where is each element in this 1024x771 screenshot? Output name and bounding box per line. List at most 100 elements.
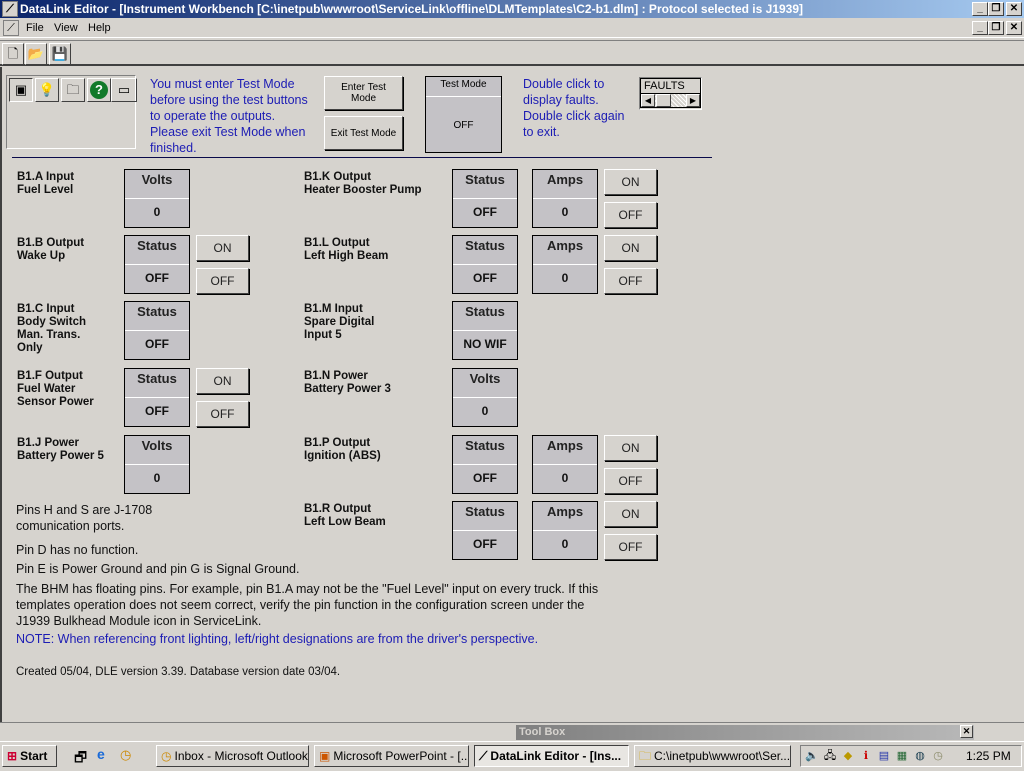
gauge-value: OFF [473, 271, 497, 285]
internet-explorer-icon[interactable]: e [97, 746, 105, 762]
folder-icon[interactable]: 🗀 [61, 78, 85, 102]
toolbox-titlebar[interactable]: Tool Box [516, 725, 974, 740]
windows-logo-icon: ⊞ [7, 749, 18, 763]
signal-label-line: Wake Up [17, 250, 66, 262]
child-restore-button[interactable]: ❐ [988, 21, 1004, 35]
pin-eg-note: Pin E is Power Ground and pin G is Signa… [16, 562, 300, 576]
off-button[interactable]: OFF [196, 401, 249, 427]
open-folder-icon[interactable]: 📂 [25, 43, 47, 65]
minimize-button[interactable]: _ [972, 2, 988, 16]
task-datalink-editor[interactable]: ⟋ DataLink Editor - [Ins... [474, 745, 629, 767]
instruction-line: Please exit Test Mode when [150, 125, 306, 139]
tray-window-icon[interactable]: ▤ [877, 749, 891, 763]
module-icon[interactable]: ▣ [9, 78, 33, 102]
task-label: Microsoft PowerPoint - [... [333, 749, 469, 763]
on-button[interactable]: ON [196, 235, 249, 261]
show-desktop-icon[interactable]: 🗗 [74, 747, 87, 771]
enter-test-mode-button[interactable]: Enter Test Mode [324, 76, 403, 110]
gauge-label: Status [125, 302, 189, 331]
status-gauge: Status OFF [452, 235, 518, 294]
note-line: J1939 Bulkhead Module icon in ServiceLin… [16, 614, 262, 628]
volume-icon[interactable]: 🔈 [805, 749, 819, 763]
on-button[interactable]: ON [604, 235, 657, 261]
tray-info-icon[interactable]: ℹ [859, 749, 873, 763]
gauge-label: Volts [453, 369, 517, 398]
off-button[interactable]: OFF [196, 268, 249, 294]
tray-pc-icon[interactable]: ▦ [895, 749, 909, 763]
start-button[interactable]: ⊞ Start [2, 745, 57, 767]
instrument-workbench: ▣ 💡 🗀 ? ▭ You must enter Test Mode befor… [0, 67, 1024, 722]
task-explorer-folder[interactable]: 🗀 C:\inetpub\wwwroot\Ser... [634, 745, 791, 767]
network-icon[interactable]: 🖧 [823, 749, 837, 763]
signal-label: B1.B Output Wake Up [17, 237, 84, 263]
gauge-label: Volts [125, 436, 189, 465]
signal-label-line: B1.M Input [304, 303, 363, 315]
save-icon[interactable]: 💾 [49, 43, 71, 65]
menu-view[interactable]: View [54, 18, 78, 38]
task-powerpoint[interactable]: ▣ Microsoft PowerPoint - [... [314, 745, 469, 767]
menu-help[interactable]: Help [88, 18, 111, 38]
volts-gauge: Volts 0 [124, 435, 190, 494]
instruction-line: finished. [150, 141, 197, 155]
off-button[interactable]: OFF [604, 268, 657, 294]
document-icon[interactable]: ⟋ [3, 20, 19, 36]
signal-label-line: Heater Booster Pump [304, 184, 422, 196]
exit-test-mode-button[interactable]: Exit Test Mode [324, 116, 403, 150]
signal-label-line: Only [17, 342, 43, 354]
signal-label-line: Fuel Water [17, 383, 76, 395]
signal-label: B1.L Output Left High Beam [304, 237, 388, 263]
instruction-line: before using the test buttons [150, 93, 308, 107]
scroll-right-icon[interactable]: ▶ [686, 94, 700, 107]
signal-label-line: Battery Power 3 [304, 383, 391, 395]
off-button[interactable]: OFF [604, 534, 657, 560]
on-button[interactable]: ON [604, 169, 657, 195]
restore-button[interactable]: ❐ [988, 2, 1004, 16]
new-file-icon[interactable]: 🗋 [2, 43, 24, 65]
tray-app-icon[interactable]: ◆ [841, 749, 855, 763]
bulb-icon[interactable]: 💡 [35, 78, 59, 102]
faults-scrollbar[interactable]: ◀ ▶ [640, 93, 701, 108]
gauge-value: NO WIF [463, 337, 507, 351]
created-note: Created 05/04, DLE version 3.39. Databas… [16, 666, 341, 678]
test-mode-indicator: Test Mode OFF [425, 76, 502, 153]
tray-clock-app-icon[interactable]: ◷ [931, 749, 945, 763]
scroll-left-icon[interactable]: ◀ [641, 94, 655, 107]
note-line: The BHM has floating pins. For example, … [16, 582, 599, 596]
task-outlook[interactable]: ◷ Inbox - Microsoft Outlook [156, 745, 309, 767]
menu-file[interactable]: File [26, 18, 44, 38]
window-title: DataLink Editor - [Instrument Workbench … [20, 2, 804, 16]
tray-globe-icon[interactable]: ◍ [913, 749, 927, 763]
instruction-line: to operate the outputs. [150, 109, 276, 123]
taskbar: ⊞ Start 🗗 e ◷ ◷ Inbox - Microsoft Outloo… [0, 741, 1024, 768]
tool-icon-panel: ▣ 💡 🗀 ? ▭ [6, 75, 137, 149]
device-icon[interactable]: ▭ [111, 78, 137, 102]
on-button[interactable]: ON [196, 368, 249, 394]
signal-label: B1.J Power Battery Power 5 [17, 437, 104, 463]
toolbox-close-button[interactable]: ✕ [960, 725, 973, 738]
gauge-value: OFF [145, 404, 169, 418]
help-icon[interactable]: ? [87, 78, 111, 102]
lighting-note: NOTE: When referencing front lighting, l… [16, 632, 539, 646]
app-icon[interactable]: ⟋ [2, 1, 18, 17]
off-button[interactable]: OFF [604, 202, 657, 228]
gauge-value: 0 [561, 271, 569, 285]
close-button[interactable]: ✕ [1006, 2, 1022, 16]
instruction-line: display faults. [523, 93, 599, 107]
note-line: Pins H and S are J-1708 [16, 503, 153, 517]
amps-gauge: Amps 0 [532, 501, 598, 560]
scroll-thumb[interactable] [656, 94, 671, 107]
faults-control[interactable]: FAULTS ◀ ▶ [639, 77, 702, 110]
signal-label-line: B1.J Power [17, 437, 79, 449]
signal-label: B1.P Output Ignition (ABS) [304, 437, 381, 463]
child-minimize-button[interactable]: _ [972, 21, 988, 35]
on-button[interactable]: ON [604, 435, 657, 461]
off-button[interactable]: OFF [604, 468, 657, 494]
child-close-button[interactable]: ✕ [1006, 21, 1022, 35]
note-line: templates operation does not seem correc… [16, 598, 585, 612]
outlook-quicklaunch-icon[interactable]: ◷ [120, 747, 131, 763]
status-gauge: Status OFF [124, 368, 190, 427]
test-mode-label: Test Mode [426, 77, 501, 97]
on-button[interactable]: ON [604, 501, 657, 527]
volts-gauge: Volts 0 [124, 169, 190, 228]
gauge-value: 0 [561, 471, 569, 485]
